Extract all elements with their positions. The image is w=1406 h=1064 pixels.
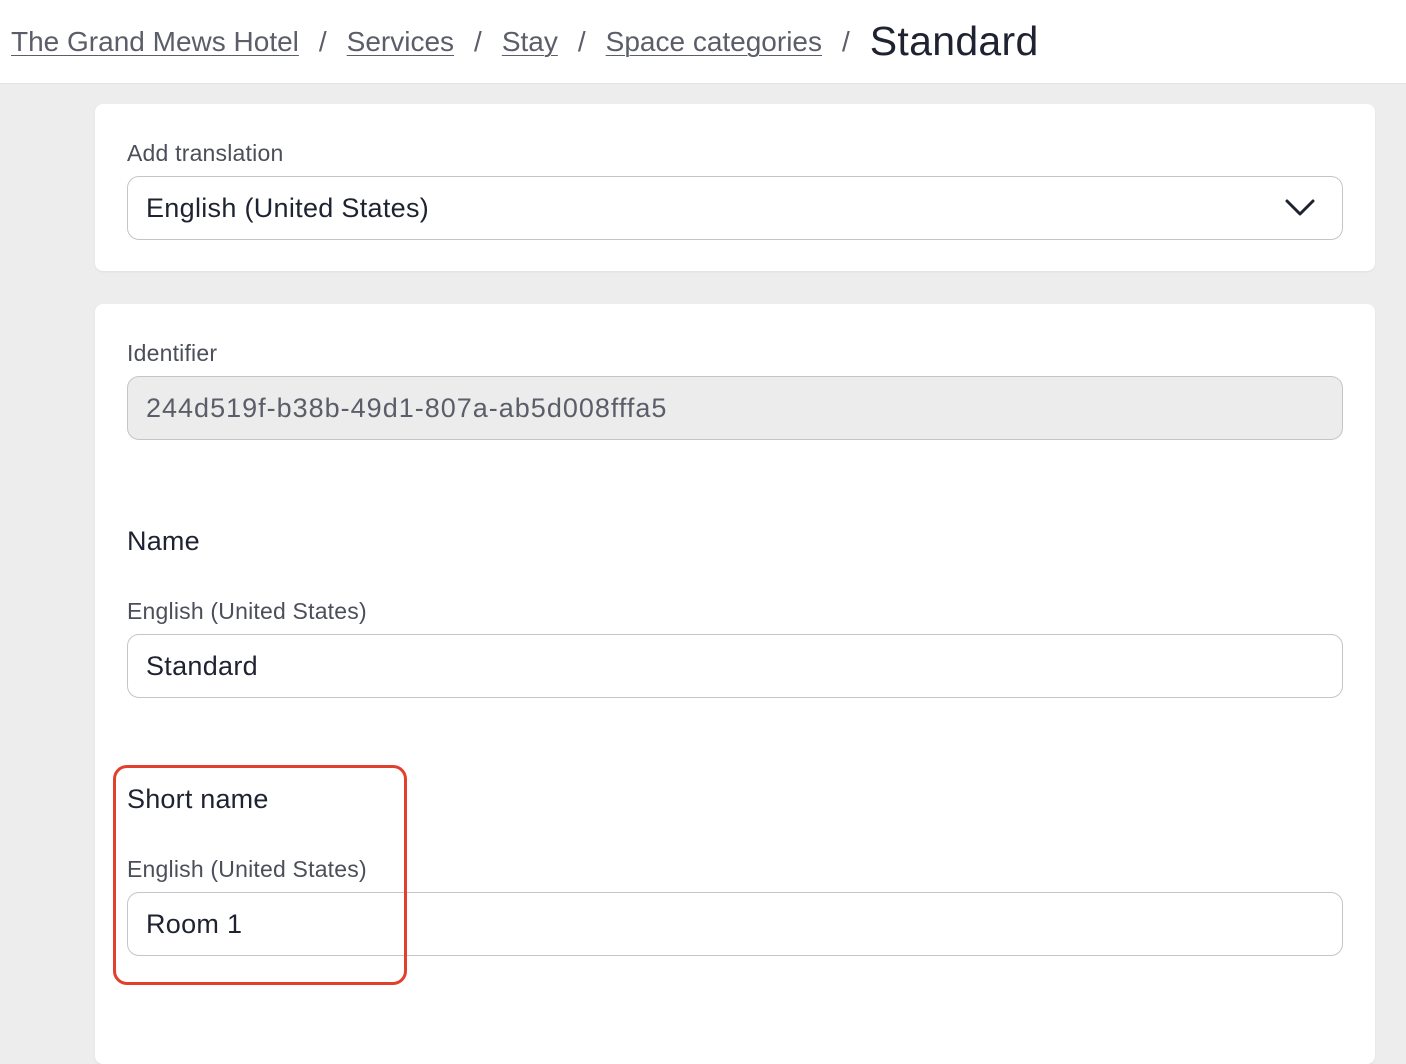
- short-name-input[interactable]: Room 1: [127, 892, 1343, 956]
- page-title: Standard: [869, 18, 1039, 64]
- breadcrumb-link-stay[interactable]: Stay: [502, 26, 558, 58]
- breadcrumb-separator: /: [318, 25, 327, 57]
- details-card: Identifier 244d519f-b38b-49d1-807a-ab5d0…: [95, 304, 1375, 1064]
- short-name-language-label: English (United States): [127, 856, 367, 882]
- name-input-value: Standard: [146, 650, 258, 681]
- breadcrumb-link-space-categories[interactable]: Space categories: [606, 26, 822, 58]
- translation-label: Add translation: [127, 140, 284, 166]
- identifier-field: 244d519f-b38b-49d1-807a-ab5d008fffa5: [127, 376, 1343, 440]
- breadcrumb-link-hotel[interactable]: The Grand Mews Hotel: [11, 26, 299, 58]
- name-language-label: English (United States): [127, 598, 367, 624]
- short-name-section-title: Short name: [127, 784, 269, 814]
- identifier-value: 244d519f-b38b-49d1-807a-ab5d008fffa5: [146, 392, 668, 423]
- name-input[interactable]: Standard: [127, 634, 1343, 698]
- breadcrumb-separator: /: [474, 25, 482, 57]
- name-section-title: Name: [127, 526, 200, 556]
- translation-select[interactable]: English (United States): [127, 176, 1343, 240]
- translation-selected-value: English (United States): [146, 192, 430, 223]
- breadcrumb-link-services[interactable]: Services: [347, 26, 454, 58]
- breadcrumb-separator: /: [842, 25, 850, 57]
- short-name-input-value: Room 1: [146, 908, 243, 939]
- identifier-label: Identifier: [127, 340, 218, 366]
- translation-card: Add translation English (United States): [95, 104, 1375, 271]
- breadcrumb-separator: /: [577, 25, 586, 57]
- chevron-down-icon: [1285, 199, 1315, 216]
- breadcrumb-bar: The Grand Mews Hotel / Services / Stay /…: [0, 0, 1406, 84]
